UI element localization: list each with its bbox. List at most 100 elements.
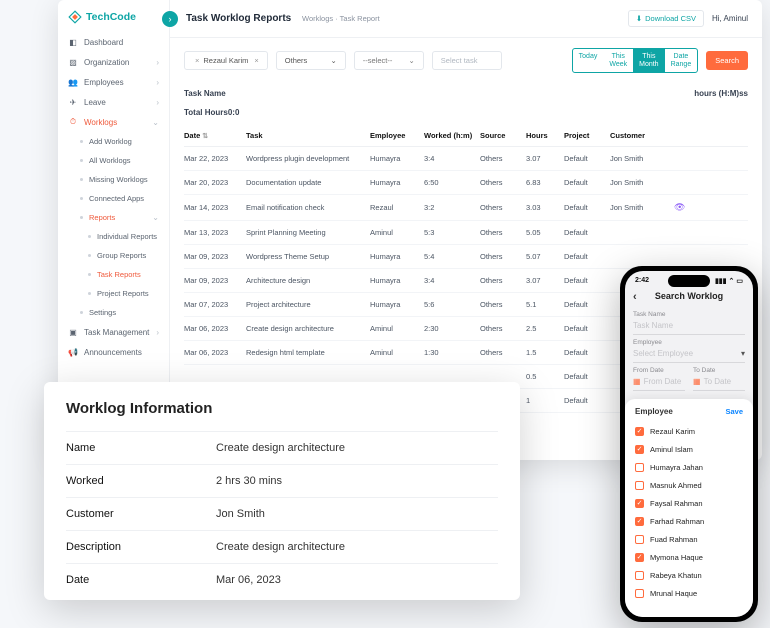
total-row: Total Hours 0:0 — [170, 104, 762, 125]
info-row: DateMar 06, 2023 — [66, 563, 498, 596]
sidebar-item-task-management[interactable]: ▣Task Management› — [58, 322, 169, 342]
greeting: Hi, Aminul — [712, 14, 748, 23]
col-employee[interactable]: Employee — [370, 131, 420, 140]
info-row: DescriptionCreate design architecture — [66, 530, 498, 563]
checkbox[interactable] — [635, 553, 644, 562]
sidebar-item-missing-worklogs[interactable]: Missing Worklogs — [58, 170, 169, 189]
sidebar-item-individual-reports[interactable]: Individual Reports — [58, 227, 169, 246]
task-name-field[interactable]: Task Name — [633, 318, 745, 335]
chevron-icon: ⌄ — [152, 213, 159, 222]
back-icon[interactable]: ‹ — [633, 291, 637, 303]
view-icon[interactable]: 👁 — [674, 202, 688, 213]
checkbox[interactable] — [635, 517, 644, 526]
calendar-icon: ▦ — [693, 377, 701, 386]
employee-item[interactable]: Farhad Rahman — [635, 512, 743, 530]
summary-header: Task Name hours (H:M)ss — [170, 83, 762, 104]
employee-item[interactable]: Aminul Islam — [635, 440, 743, 458]
sidebar-item-reports[interactable]: Reports⌄ — [58, 208, 169, 227]
table-row[interactable]: Mar 22, 2023Wordpress plugin development… — [184, 147, 748, 171]
phone-mock: 2:42 ▮▮▮ ⌃ ▭ ‹ Search Worklog Task Name … — [620, 266, 758, 622]
topbar: › Task Worklog Reports Worklogs · Task R… — [170, 0, 762, 38]
range-today[interactable]: Today — [573, 49, 604, 72]
col-worked[interactable]: Worked (h:m) — [424, 131, 476, 140]
table-row[interactable]: Mar 20, 2023Documentation updateHumayra6… — [184, 171, 748, 195]
chevron-icon: › — [156, 328, 159, 337]
logo-icon — [68, 10, 82, 24]
sidebar-item-organization[interactable]: ▨Organization› — [58, 52, 169, 72]
sidebar-item-project-reports[interactable]: Project Reports — [58, 284, 169, 303]
employee-item[interactable]: Fuad Rahman — [635, 530, 743, 548]
range-this-week[interactable]: ThisWeek — [603, 49, 633, 72]
to-date-field[interactable]: ▦To Date — [693, 374, 745, 391]
employee-item[interactable]: Mymona Haque — [635, 548, 743, 566]
col-hours[interactable]: Hours — [526, 131, 560, 140]
employee-filter[interactable]: × Rezaul Karim × — [184, 51, 268, 70]
filter-bar: × Rezaul Karim × Others ⌄ --select-- ⌄ S… — [170, 38, 762, 83]
sidebar-item-connected-apps[interactable]: Connected Apps — [58, 189, 169, 208]
sidebar-item-dashboard[interactable]: ◧Dashboard — [58, 32, 169, 52]
phone-screen: 2:42 ▮▮▮ ⌃ ▭ ‹ Search Worklog Task Name … — [625, 271, 753, 617]
sidebar-item-leave[interactable]: ✈Leave› — [58, 92, 169, 112]
brand-text: TechCode — [86, 11, 136, 23]
employee-field[interactable]: Select Employee ▾ — [633, 346, 745, 363]
nav-icon: ▣ — [68, 327, 78, 337]
col-project[interactable]: Project — [564, 131, 606, 140]
col-date[interactable]: Date — [184, 131, 242, 140]
checkbox[interactable] — [635, 463, 644, 472]
employee-item[interactable]: Faysal Rahman — [635, 494, 743, 512]
table-header: Date Task Employee Worked (h:m) Source H… — [184, 125, 748, 147]
employee-item[interactable]: Masnuk Ahmed — [635, 476, 743, 494]
chevron-down-icon: ▾ — [741, 349, 745, 358]
from-date-field[interactable]: ▦From Date — [633, 374, 685, 391]
sidebar-item-group-reports[interactable]: Group Reports — [58, 246, 169, 265]
checkbox[interactable] — [635, 481, 644, 490]
sidebar-item-employees[interactable]: 👥Employees› — [58, 72, 169, 92]
checkbox[interactable] — [635, 445, 644, 454]
checkbox[interactable] — [635, 535, 644, 544]
sidebar-item-add-worklog[interactable]: Add Worklog — [58, 132, 169, 151]
info-row: CustomerJon Smith — [66, 497, 498, 530]
col-task[interactable]: Task — [246, 131, 366, 140]
column-select[interactable]: --select-- ⌄ — [354, 51, 424, 70]
nav-icon: 📢 — [68, 347, 78, 357]
type-select[interactable]: Others ⌄ — [276, 51, 346, 70]
checkbox[interactable] — [635, 571, 644, 580]
clear-icon[interactable]: × — [195, 56, 199, 65]
checkbox[interactable] — [635, 499, 644, 508]
employee-item[interactable]: Rezaul Karim — [635, 422, 743, 440]
search-button[interactable]: Search — [706, 51, 748, 70]
checkbox[interactable] — [635, 427, 644, 436]
employee-item[interactable]: Humayra Jahan — [635, 458, 743, 476]
sidebar-item-task-reports[interactable]: Task Reports — [58, 265, 169, 284]
signal-icon: ▮▮▮ — [715, 277, 727, 285]
col-customer[interactable]: Customer — [610, 131, 670, 140]
download-icon: ⬇ — [636, 14, 642, 23]
phone-form: Task Name Task Name Employee Select Empl… — [625, 307, 753, 391]
col-source[interactable]: Source — [480, 131, 522, 140]
sidebar-item-all-worklogs[interactable]: All Worklogs — [58, 151, 169, 170]
sheet-title: Employee — [635, 407, 673, 416]
table-row[interactable]: Mar 14, 2023Email notification checkReza… — [184, 195, 748, 221]
clear-icon[interactable]: × — [254, 56, 258, 65]
range-date-range[interactable]: DateRange — [665, 49, 698, 72]
sidebar-item-announcements[interactable]: 📢Announcements — [58, 342, 169, 362]
task-select[interactable]: Select task — [432, 51, 502, 70]
sidebar-toggle[interactable]: › — [162, 11, 178, 27]
sidebar-item-worklogs[interactable]: ⏱Worklogs⌄ — [58, 112, 169, 132]
chevron-icon: ⌄ — [152, 118, 159, 127]
info-title: Worklog Information — [66, 400, 498, 417]
download-csv-button[interactable]: ⬇ Download CSV — [628, 10, 704, 27]
logo: TechCode — [58, 10, 169, 32]
checkbox[interactable] — [635, 589, 644, 598]
nav-icon: ◧ — [68, 37, 78, 47]
range-this-month[interactable]: ThisMonth — [633, 49, 664, 72]
table-row[interactable]: Mar 13, 2023Sprint Planning MeetingAminu… — [184, 221, 748, 245]
date-range-group[interactable]: TodayThisWeekThisMonthDateRange — [572, 48, 699, 73]
save-button[interactable]: Save — [725, 407, 743, 416]
sidebar-item-settings[interactable]: Settings — [58, 303, 169, 322]
employee-item[interactable]: Mrunal Haque — [635, 584, 743, 602]
employee-item[interactable]: Rabeya Khatun — [635, 566, 743, 584]
chevron-icon: › — [156, 78, 159, 87]
notch — [668, 275, 710, 287]
chevron-down-icon: ⌄ — [409, 56, 415, 65]
